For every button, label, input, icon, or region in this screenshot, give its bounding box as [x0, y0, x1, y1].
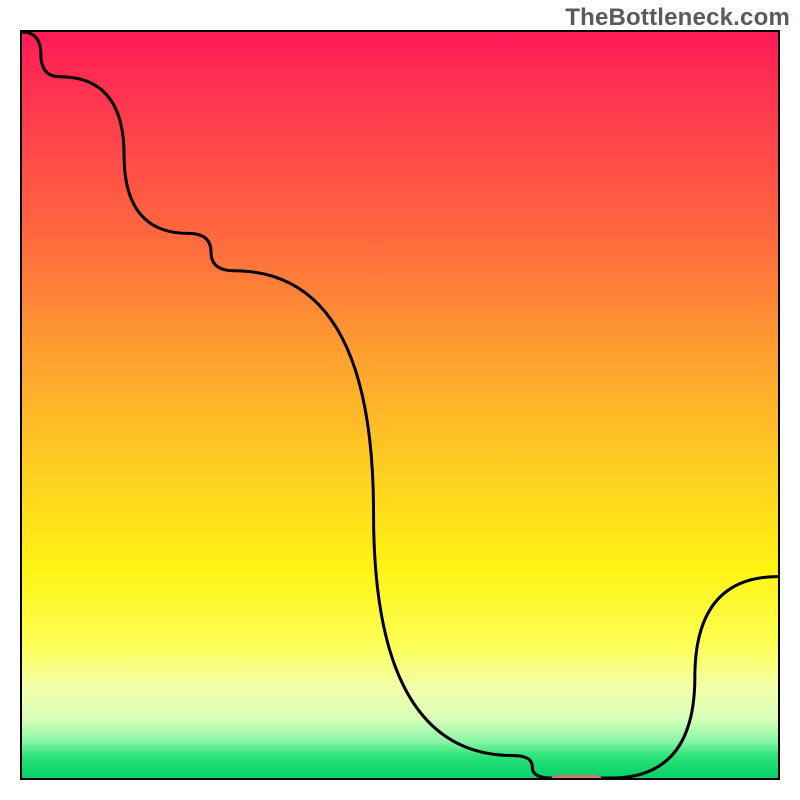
- bottleneck-curve: [22, 32, 778, 778]
- chart-wrapper: TheBottleneck.com: [0, 0, 800, 800]
- watermark-text: TheBottleneck.com: [565, 4, 790, 32]
- plot-area: [20, 30, 780, 780]
- optimal-marker: [550, 775, 603, 780]
